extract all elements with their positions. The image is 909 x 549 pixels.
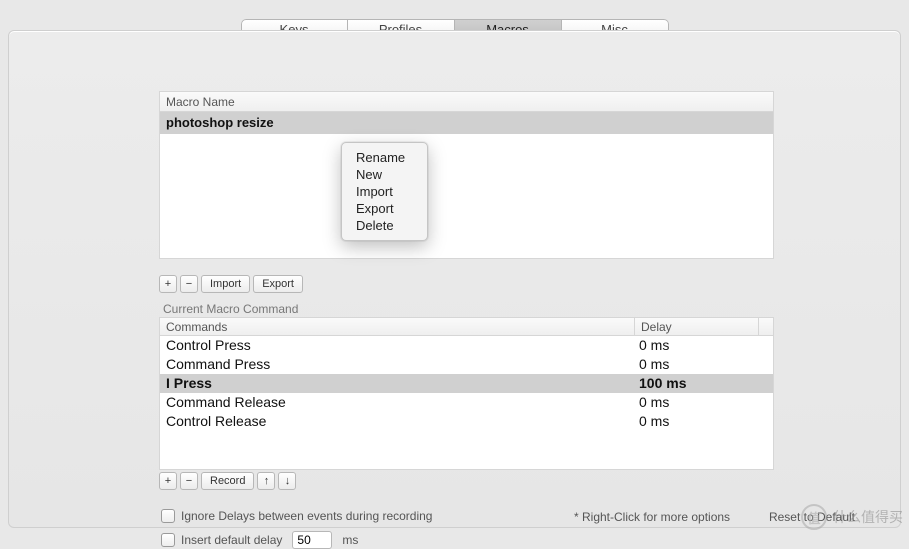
add-command-button[interactable]: + <box>159 472 177 490</box>
command-table-empty[interactable] <box>160 431 773 469</box>
delay-cell: 0 ms <box>633 355 773 374</box>
main-panel: Macro Name photoshop resize + − Import E… <box>8 30 901 528</box>
right-click-hint: * Right-Click for more options <box>574 510 730 524</box>
export-macro-button[interactable]: Export <box>253 275 303 293</box>
macro-table-empty[interactable] <box>160 134 773 258</box>
col-spacer <box>759 318 773 335</box>
macro-table: Macro Name photoshop resize <box>159 91 774 259</box>
insert-default-delay-label: Insert default delay <box>181 533 282 547</box>
import-macro-button[interactable]: Import <box>201 275 250 293</box>
command-row[interactable]: Control Press 0 ms <box>160 336 773 355</box>
macro-table-header[interactable]: Macro Name <box>160 92 773 112</box>
record-button[interactable]: Record <box>201 472 254 490</box>
delay-cell: 100 ms <box>633 374 773 393</box>
col-delay[interactable]: Delay <box>635 318 759 335</box>
macro-toolbar: + − Import Export <box>159 275 775 293</box>
ctx-rename[interactable]: Rename <box>342 149 427 166</box>
command-row[interactable]: Command Press 0 ms <box>160 355 773 374</box>
ignore-delays-label: Ignore Delays between events during reco… <box>181 509 432 523</box>
command-cell: Control Press <box>160 336 633 355</box>
delay-cell: 0 ms <box>633 393 773 412</box>
remove-macro-button[interactable]: − <box>180 275 198 293</box>
macro-row[interactable]: photoshop resize <box>160 112 773 134</box>
command-cell: I Press <box>160 374 633 393</box>
ctx-delete[interactable]: Delete <box>342 217 427 234</box>
section-label: Current Macro Command <box>163 302 298 316</box>
watermark: 值 什么值得买 <box>801 504 903 530</box>
command-cell: Command Press <box>160 355 633 374</box>
add-macro-button[interactable]: + <box>159 275 177 293</box>
ignore-delays-option[interactable]: Ignore Delays between events during reco… <box>161 509 432 523</box>
command-table: Commands Delay Control Press 0 ms Comman… <box>159 317 774 470</box>
command-table-header: Commands Delay <box>160 318 773 336</box>
remove-command-button[interactable]: − <box>180 472 198 490</box>
watermark-text: 什么值得买 <box>833 507 903 527</box>
ctx-new[interactable]: New <box>342 166 427 183</box>
ctx-export[interactable]: Export <box>342 200 427 217</box>
ctx-import[interactable]: Import <box>342 183 427 200</box>
ms-label: ms <box>342 533 358 547</box>
insert-default-delay-checkbox[interactable] <box>161 533 175 547</box>
command-cell: Control Release <box>160 412 633 431</box>
move-down-button[interactable]: ↓ <box>278 472 296 490</box>
command-row[interactable]: Command Release 0 ms <box>160 393 773 412</box>
delay-cell: 0 ms <box>633 412 773 431</box>
col-commands[interactable]: Commands <box>160 318 635 335</box>
command-cell: Command Release <box>160 393 633 412</box>
move-up-button[interactable]: ↑ <box>257 472 275 490</box>
context-menu: Rename New Import Export Delete <box>341 142 428 241</box>
delay-cell: 0 ms <box>633 336 773 355</box>
ignore-delays-checkbox[interactable] <box>161 509 175 523</box>
command-toolbar: + − Record ↑ ↓ <box>159 472 775 490</box>
command-row[interactable]: I Press 100 ms <box>160 374 773 393</box>
command-row[interactable]: Control Release 0 ms <box>160 412 773 431</box>
watermark-badge-icon: 值 <box>801 504 827 530</box>
